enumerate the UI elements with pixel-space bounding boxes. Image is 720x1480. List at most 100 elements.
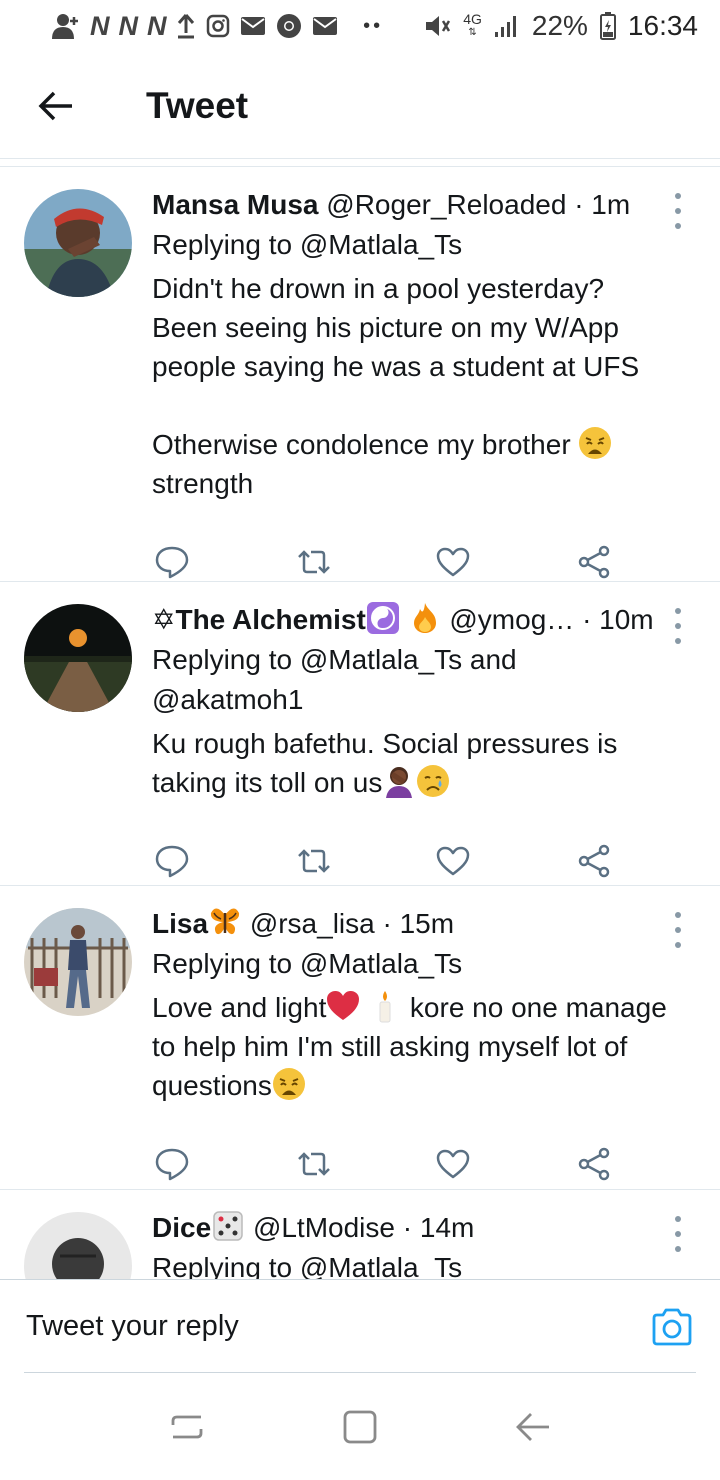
reply-tweet[interactable]: Dice @LtModise · 14m Replying to @Matlal… bbox=[0, 1190, 720, 1279]
tweet-time: · 1m bbox=[574, 189, 631, 220]
reply-button[interactable] bbox=[154, 1134, 295, 1194]
heart-icon bbox=[436, 846, 470, 876]
status-notifications: N N N bbox=[52, 11, 363, 42]
camera-icon bbox=[652, 1308, 692, 1345]
share-icon bbox=[578, 1147, 610, 1181]
retweet-button[interactable] bbox=[295, 1134, 436, 1194]
page-title: Tweet bbox=[146, 85, 249, 126]
weary-face-emoji-icon bbox=[272, 1068, 305, 1100]
retweet-icon bbox=[298, 1152, 330, 1176]
author-name[interactable]: ✡The Alchemist bbox=[152, 604, 366, 635]
reply-tweet[interactable]: Mansa Musa @Roger_Reloaded · 1m Replying… bbox=[0, 167, 720, 582]
author-handle[interactable]: @rsa_lisa bbox=[250, 908, 375, 939]
author-handle[interactable]: @Roger_Reloaded bbox=[326, 189, 566, 220]
author-name[interactable]: Lisa bbox=[152, 908, 208, 939]
author-handle[interactable]: @LtModise bbox=[253, 1212, 395, 1243]
heart-icon bbox=[436, 547, 470, 577]
reply-tweet[interactable]: Lisa @rsa_lisa · 15m Replying to @Matlal… bbox=[0, 886, 720, 1190]
tweet-time: · 14m bbox=[402, 1212, 475, 1243]
facepalm-emoji-icon bbox=[386, 767, 413, 798]
retweet-button[interactable] bbox=[295, 831, 436, 891]
arrow-left-icon bbox=[38, 91, 72, 121]
author-name[interactable]: Mansa Musa bbox=[152, 189, 319, 220]
network-type-label: 4G bbox=[463, 11, 482, 27]
reply-tweet[interactable]: ✡The Alchemist @ymog… · 10m Replying to … bbox=[0, 582, 720, 886]
tweet-meta: Mansa Musa @Roger_Reloaded · 1m bbox=[152, 185, 662, 225]
tweet-text-line: Love and light bbox=[152, 992, 327, 1023]
retweet-icon bbox=[298, 550, 330, 574]
author-name[interactable]: Dice bbox=[152, 1212, 211, 1243]
mute-icon bbox=[423, 13, 451, 39]
retweet-icon bbox=[298, 849, 330, 873]
network-n-icon: N bbox=[118, 10, 138, 41]
app-header: Tweet bbox=[0, 52, 720, 160]
status-system: •• 4G ⇅ 22% 16:34 bbox=[363, 10, 698, 42]
replying-to[interactable]: Replying to @Matlala_Ts bbox=[152, 1248, 662, 1279]
tweet-text: Love and light kore no one manage to hel… bbox=[152, 988, 682, 1105]
avatar[interactable] bbox=[24, 1212, 132, 1279]
crying-face-emoji-icon bbox=[417, 765, 450, 797]
status-bar: N N N •• 4G ⇅ 22% 16:34 bbox=[0, 0, 720, 52]
share-icon bbox=[578, 844, 610, 878]
mail-icon bbox=[240, 16, 266, 36]
battery-percent: 22% bbox=[531, 10, 588, 41]
tweet-content: Dice @LtModise · 14m Replying to @Matlal… bbox=[152, 1208, 662, 1279]
header-divider bbox=[0, 158, 720, 159]
replying-to[interactable]: Replying to @Matlala_Ts bbox=[152, 225, 662, 265]
candle-emoji-icon bbox=[379, 991, 391, 1023]
more-notifications-icon: •• bbox=[363, 14, 384, 37]
share-icon bbox=[578, 545, 610, 579]
share-button[interactable] bbox=[577, 1134, 718, 1194]
chrome-icon bbox=[276, 13, 302, 39]
reply-icon bbox=[155, 546, 189, 579]
reply-icon bbox=[155, 1148, 189, 1181]
avatar[interactable] bbox=[24, 189, 132, 297]
upload-icon bbox=[176, 13, 196, 39]
avatar[interactable] bbox=[24, 908, 132, 1016]
tweet-content: Mansa Musa @Roger_Reloaded · 1m Replying… bbox=[152, 185, 662, 503]
like-button[interactable] bbox=[436, 831, 577, 891]
weary-face-emoji-icon bbox=[579, 427, 612, 459]
back-button[interactable] bbox=[0, 52, 112, 160]
camera-button[interactable] bbox=[650, 1305, 694, 1349]
tweet-text: Ku rough bafethu. Social pressures is ta… bbox=[152, 724, 662, 802]
tweet-more-button[interactable] bbox=[668, 606, 688, 646]
tweet-time: · 15m bbox=[382, 908, 455, 939]
avatar[interactable] bbox=[24, 604, 132, 712]
network-type-icon: 4G ⇅ bbox=[463, 12, 482, 40]
data-arrows-icon: ⇅ bbox=[468, 27, 477, 38]
network-n-icon: N bbox=[90, 10, 109, 41]
signal-icon bbox=[494, 14, 520, 38]
home-button[interactable] bbox=[330, 1397, 390, 1457]
replying-to[interactable]: Replying to @Matlala_Ts and @akatmoh1 bbox=[152, 640, 632, 720]
author-handle[interactable]: @ymog… bbox=[449, 604, 574, 635]
tweet-content: ✡The Alchemist @ymog… · 10m Replying to … bbox=[152, 600, 662, 802]
recent-apps-button[interactable] bbox=[157, 1397, 217, 1457]
network-n-icon: N bbox=[147, 10, 166, 41]
system-navigation-bar bbox=[0, 1373, 720, 1480]
tweet-meta: ✡The Alchemist @ymog… · 10m bbox=[152, 600, 662, 640]
clock: 16:34 bbox=[627, 10, 698, 41]
instagram-icon bbox=[206, 14, 230, 38]
battery-icon bbox=[599, 12, 616, 40]
person-add-icon bbox=[52, 13, 80, 39]
reply-icon bbox=[155, 845, 189, 878]
reply-composer bbox=[0, 1279, 720, 1373]
tweet-more-button[interactable] bbox=[668, 1214, 688, 1254]
tweet-meta: Dice @LtModise · 14m bbox=[152, 1208, 662, 1248]
reply-input[interactable] bbox=[26, 1310, 650, 1343]
replies-feed[interactable]: Mansa Musa @Roger_Reloaded · 1m Replying… bbox=[0, 167, 720, 1279]
replying-to[interactable]: Replying to @Matlala_Ts bbox=[152, 944, 662, 984]
tweet-text-line: strength bbox=[152, 468, 254, 499]
tweet-more-button[interactable] bbox=[668, 191, 688, 231]
home-icon bbox=[343, 1410, 377, 1443]
share-button[interactable] bbox=[577, 831, 718, 891]
like-button[interactable] bbox=[436, 1134, 577, 1194]
system-back-button[interactable] bbox=[503, 1397, 563, 1457]
heart-icon bbox=[436, 1149, 470, 1179]
tweet-text-line: Otherwise condolence my brother bbox=[152, 429, 579, 460]
tweet-more-button[interactable] bbox=[668, 910, 688, 950]
tweet-time: · 10m bbox=[582, 604, 654, 635]
reply-button[interactable] bbox=[154, 831, 295, 891]
mail-icon bbox=[312, 16, 338, 36]
